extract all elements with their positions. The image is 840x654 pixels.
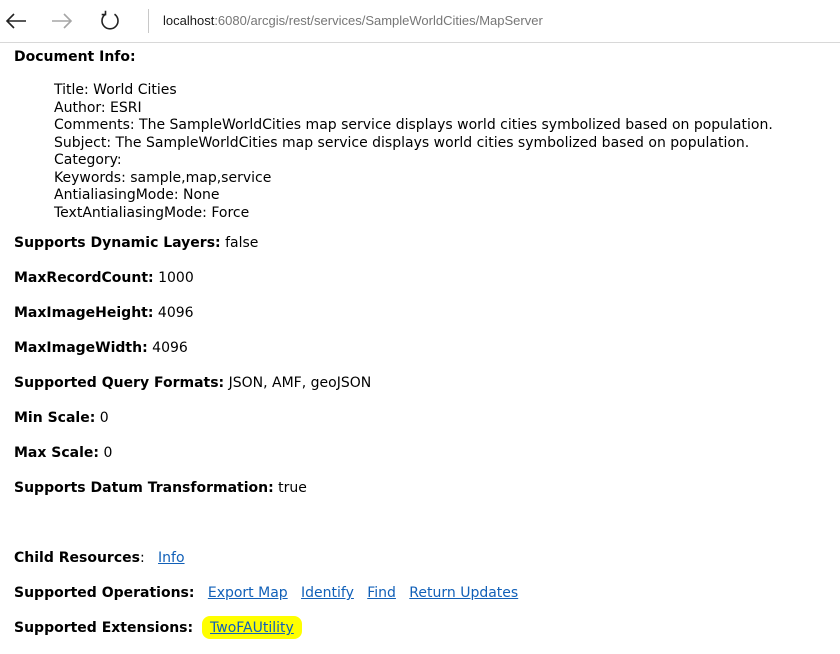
link-find[interactable]: Find [367,585,396,601]
document-info-heading: Document Info: [14,49,136,65]
address-bar[interactable]: localhost:6080/arcgis/rest/services/Samp… [163,12,543,30]
forward-button[interactable] [47,6,77,36]
url-path: :6080/arcgis/rest/services/SampleWorldCi… [214,13,543,28]
doc-antialiasing-mode: AntialiasingMode: None [54,187,220,203]
refresh-icon [101,10,119,30]
toolbar-separator [148,9,149,33]
doc-author: Author: ESRI [54,99,142,116]
link-identify[interactable]: Identify [301,585,354,601]
link-return-updates[interactable]: Return Updates [409,585,518,601]
link-export-map[interactable]: Export Map [208,585,288,601]
prop-supports-datum-transformation: Supports Datum Transformation: true [14,480,307,496]
doc-text-antialiasing-mode: TextAntialiasingMode: Force [54,204,250,221]
doc-title: Title: World Cities [54,82,177,98]
child-resources-row: Child Resources: Info [14,550,185,566]
doc-subject: Subject: The SampleWorldCities map servi… [54,134,750,151]
url-host: localhost [163,13,215,28]
extension-highlight: TwoFAUtility [202,616,302,639]
browser-toolbar: localhost:6080/arcgis/rest/services/Samp… [0,0,840,43]
document-info-block: Title: World Cities Author: ESRI Comment… [54,81,773,221]
doc-category: Category: [54,152,122,168]
doc-comments: Comments: The SampleWorldCities map serv… [54,117,773,133]
prop-supported-query-formats: Supported Query Formats: JSON, AMF, geoJ… [14,375,372,391]
link-info[interactable]: Info [158,550,185,566]
supported-extensions-row: Supported Extensions: TwoFAUtility [14,616,302,639]
prop-min-scale: Min Scale: 0 [14,410,109,426]
prop-supports-dynamic-layers: Supports Dynamic Layers: false [14,235,259,251]
prop-max-record-count: MaxRecordCount: 1000 [14,270,194,286]
prop-max-image-height: MaxImageHeight: 4096 [14,305,194,321]
forward-arrow-icon [52,13,73,29]
supported-operations-row: Supported Operations: Export Map Identif… [14,585,519,601]
link-twofautility[interactable]: TwoFAUtility [210,620,294,636]
back-button[interactable] [1,6,31,36]
refresh-button[interactable] [95,6,125,36]
prop-max-scale: Max Scale: 0 [14,445,113,461]
prop-max-image-width: MaxImageWidth: 4096 [14,340,188,356]
doc-keywords: Keywords: sample,map,service [54,169,272,186]
back-arrow-icon [5,13,26,29]
